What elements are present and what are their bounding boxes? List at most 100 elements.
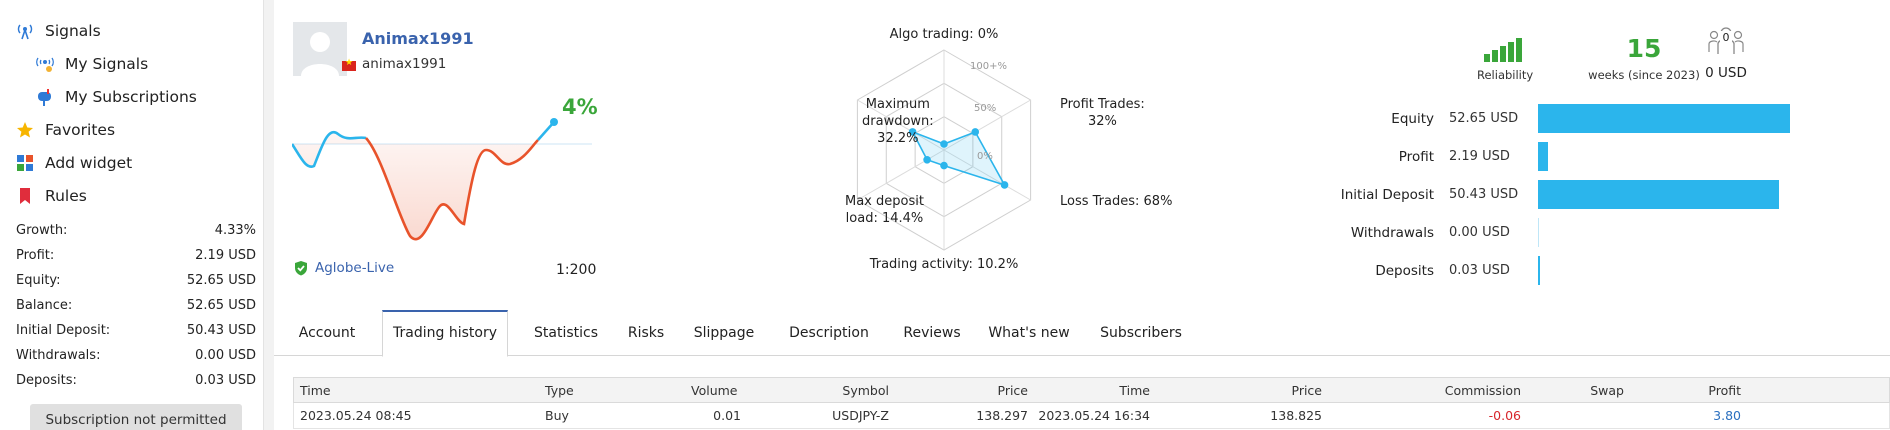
fin-row-initial-deposit: Initial Deposit 50.43 USD [1341,180,1874,210]
sidebar-item-favorites[interactable]: Favorites [16,116,115,144]
trading-history-table: Time Type Volume Symbol Price Time Price… [293,377,1890,429]
fin-bar [1538,142,1549,171]
fin-bar [1538,218,1539,247]
sidebar-item-label: My Signals [65,55,149,73]
radar-scale-low: 0% [977,151,993,162]
mailbox-icon [36,88,54,106]
stat-balance: Balance: 52.65 USD [16,298,256,313]
fin-bar [1538,256,1540,285]
avatar[interactable] [293,22,347,76]
radar-scale-top: 100+% [970,61,1007,72]
fin-bar [1538,180,1780,209]
reliability-bar [1516,38,1522,62]
leverage: 1:200 [556,262,597,278]
reliability-bar [1484,54,1490,62]
sidebar-item-my-subscriptions[interactable]: My Subscriptions [36,83,197,111]
col-symbol: Symbol [842,383,889,398]
col-price: Price [997,383,1029,398]
tab-statistics[interactable]: Statistics [522,310,610,356]
broker-link[interactable]: Aglobe-Live [293,260,394,276]
tab-bar: Account Trading history Statistics Risks… [274,310,1890,357]
radar-point [940,140,948,148]
subscription-button[interactable]: Subscription not permitted [30,404,242,430]
verified-shield-icon [295,261,307,276]
stat-deposits: Deposits: 0.03 USD [16,373,256,388]
vietnam-flag-icon [342,58,356,71]
radar-point [940,161,948,170]
star-icon [16,121,34,139]
col-volume: Volume [691,383,738,398]
radar-label-loss-trades: Loss Trades: 68% [1060,194,1173,209]
radar-label-algo: Algo trading: 0% [889,27,999,42]
weeks-count: 15 [1626,34,1662,63]
sidebar-item-label: Favorites [45,121,116,139]
fin-row-withdrawals: Withdrawals 0.00 USD [1351,218,1874,248]
user-silhouette-icon [301,32,339,76]
sidebar-item-my-signals[interactable]: My Signals [36,50,148,78]
reliability-bar [1500,46,1506,62]
col-time: Time [300,383,331,398]
radar-label-max-deposit: Max deposit load: 14.4% [845,194,924,226]
sidebar-item-add-widget[interactable]: Add widget [16,149,132,177]
sidebar-item-label: Signals [45,22,101,40]
radar-point [923,155,931,164]
col-time-close: Time [1119,383,1150,398]
username-link[interactable]: Animax1991 [362,29,474,48]
sidebar-item-label: Add widget [45,154,133,172]
broker-name: Aglobe-Live [315,260,395,276]
table-header: Time Type Volume Symbol Price Time Price… [293,377,1890,403]
radar-point [1000,181,1009,189]
sidebar: Signals My Signals My Subscriptions Favo… [0,0,264,430]
tab-description[interactable]: Description [774,310,884,356]
radar-scale-mid: 50% [974,103,997,114]
tab-risks[interactable]: Risks [618,310,674,356]
col-type: Type [545,383,574,398]
bookmark-icon [16,187,34,205]
antenna-icon [16,22,34,40]
signal-user-icon [36,55,54,73]
radar-label-trading-activity: Trading activity: 10.2% [869,257,1019,272]
tab-slippage[interactable]: Slippage [682,310,766,356]
reliability-bar [1508,42,1514,62]
growth-sparkline [292,118,592,241]
col-profit: Profit [1708,383,1741,398]
stat-initial-deposit: Initial Deposit: 50.43 USD [16,323,256,338]
tab-reviews[interactable]: Reviews [892,310,972,356]
reliability-label: Reliability [1477,68,1534,82]
fin-row-deposits: Deposits 0.03 USD [1374,256,1874,286]
reliability-bars [1484,38,1524,62]
user-handle: animax1991 [362,56,447,72]
fin-row-profit: Profit 2.19 USD [1374,142,1874,172]
sidebar-item-label: My Subscriptions [65,88,197,106]
radar-chart [856,49,1032,251]
tab-subscribers[interactable]: Subscribers [1086,310,1196,356]
risk-radar: Algo trading: 0% Profit Trades: 32% Loss … [744,20,1172,280]
col-commission: Commission [1444,383,1521,398]
sidebar-item-label: Rules [45,187,87,205]
stat-withdrawals: Withdrawals: 0.00 USD [16,348,256,363]
stat-growth: Growth: 4.33% [16,223,256,238]
radar-label-profit-trades: Profit Trades: 32% [1060,97,1145,129]
sidebar-item-rules[interactable]: Rules [16,182,87,210]
stat-profit: Profit: 2.19 USD [16,248,256,263]
sidebar-item-signals[interactable]: Signals [16,17,101,45]
table-row[interactable]: 2023.05.24 08:45 Buy 0.01 USDJPY-Z 138.2… [293,403,1890,429]
signal-panel: Animax1991 animax1991 4% Aglobe-Live 1:2… [274,0,1890,430]
radar-point [971,128,980,136]
subscribers-icon: 0 [1706,24,1746,60]
tab-account[interactable]: Account [284,310,370,356]
col-price-close: Price [1291,383,1323,398]
tab-trading-history[interactable]: Trading history [382,310,508,357]
fin-bar [1538,104,1790,133]
account-stats: Growth: 4.33% Profit: 2.19 USD Equity: 52.6… [16,218,256,393]
col-swap: Swap [1590,383,1624,398]
fin-row-equity: Equity 52.65 USD [1374,104,1874,134]
app-root: Signals My Signals My Subscriptions Favo… [0,0,1890,430]
tab-whats-new[interactable]: What's new [980,310,1078,356]
subscribers-usd: 0 USD [1705,65,1747,81]
widget-grid-icon [16,154,34,172]
stat-equity: Equity: 52.65 USD [16,273,256,288]
subscribers-count: 0 [1720,31,1732,44]
reliability-bar [1492,50,1498,62]
radar-label-max-drawdown: Maximum drawdown: 32.2% [862,97,934,146]
